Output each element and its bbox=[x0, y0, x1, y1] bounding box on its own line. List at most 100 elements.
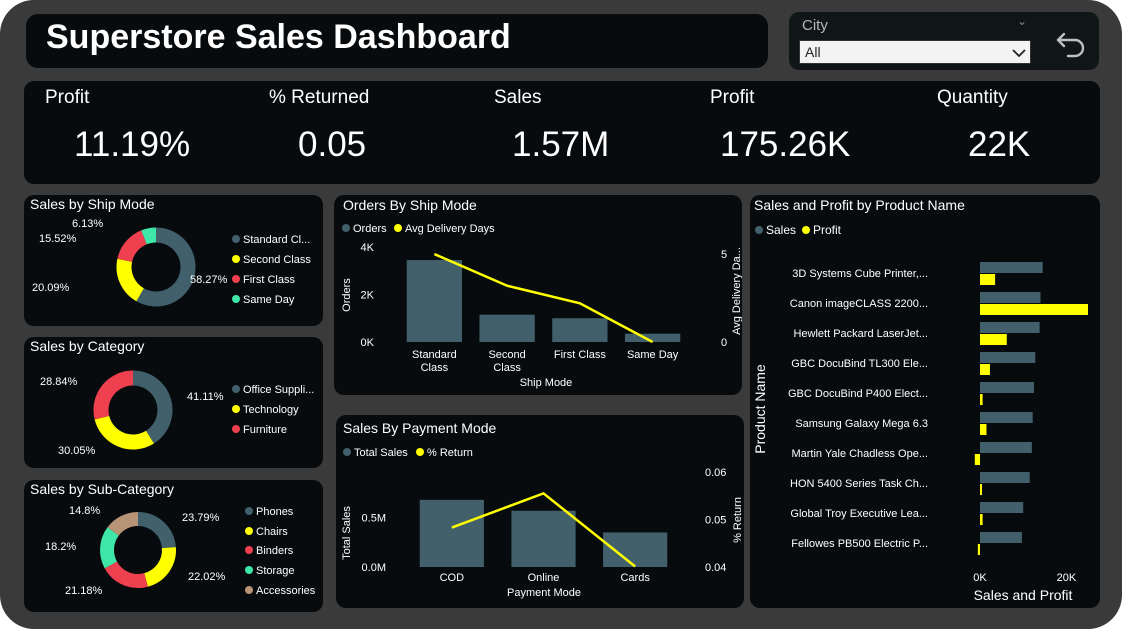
x-tick-label: Online bbox=[528, 572, 560, 584]
legend-dot bbox=[232, 405, 240, 413]
ship-mode-donut bbox=[116, 227, 196, 307]
legend-label: Second Class bbox=[243, 254, 311, 266]
sales-bar bbox=[980, 322, 1040, 333]
kpi-value-returned: 0.05 bbox=[298, 125, 367, 164]
city-dropdown[interactable]: All bbox=[799, 40, 1031, 64]
kpi-label-returned: % Returned bbox=[269, 87, 370, 108]
x-tick-label: First Class bbox=[554, 349, 606, 361]
slice-label: 6.13% bbox=[72, 218, 104, 230]
slice-label: 18.2% bbox=[45, 541, 77, 553]
sub-category-donut bbox=[100, 512, 176, 588]
y2-tick-label: 0.06 bbox=[705, 467, 726, 479]
legend-item: First Class bbox=[232, 274, 295, 286]
donut-slice bbox=[136, 227, 196, 307]
legend-label: Office Suppli... bbox=[243, 384, 315, 396]
profit-bar bbox=[980, 304, 1088, 315]
sales-bar bbox=[980, 442, 1032, 453]
kpi-value-quantity: 22K bbox=[968, 125, 1031, 164]
slice-label: 15.52% bbox=[39, 233, 77, 245]
y-tick-label: GBC DocuBind P400 Elect... bbox=[788, 388, 928, 400]
y-tick-label: HON 5400 Series Task Ch... bbox=[790, 478, 928, 490]
legend-dot bbox=[245, 507, 253, 515]
donut-slice bbox=[107, 512, 139, 536]
legend-dot bbox=[245, 566, 253, 574]
legend-dot bbox=[232, 255, 240, 263]
y-tick-label: Martin Yale Chadless Ope... bbox=[791, 448, 928, 460]
y-tick-label: 0.0M bbox=[362, 562, 386, 574]
donut-slice bbox=[141, 227, 157, 245]
bar bbox=[479, 314, 535, 342]
legend-dot bbox=[245, 586, 253, 594]
avg-delivery-line bbox=[433, 252, 654, 344]
y-tick-label: 4K bbox=[361, 242, 375, 254]
sales-by-payment-mode-card: Sales By Payment Mode Total Sales % Retu… bbox=[336, 415, 744, 608]
sales-bar bbox=[980, 292, 1041, 303]
filter-label: City bbox=[802, 17, 828, 34]
y-tick-label: Hewlett Packard LaserJet... bbox=[793, 328, 928, 340]
donut-slice bbox=[132, 370, 173, 444]
x-axis-title: Sales and Profit bbox=[974, 587, 1073, 603]
title-banner: Superstore Sales Dashboard bbox=[26, 14, 768, 68]
sales-bar bbox=[980, 262, 1043, 273]
x-tick-label: 0K bbox=[973, 572, 987, 584]
donut-slice bbox=[137, 512, 176, 549]
sales-by-ship-mode-card: Sales by Ship Mode 58.27% 20.09% 15.52% … bbox=[24, 195, 323, 326]
y2-tick-label: 0 bbox=[721, 337, 727, 349]
y-tick-label: 3D Systems Cube Printer,... bbox=[792, 268, 928, 280]
x-tick-label: Class bbox=[493, 362, 521, 374]
legend-item: Furniture bbox=[232, 424, 287, 436]
donut-slice bbox=[93, 370, 134, 420]
sales-by-category-card: Sales by Category 41.11% 30.05% 28.84% O… bbox=[24, 337, 323, 468]
kpi-value-profit: 175.26K bbox=[720, 125, 851, 164]
legend-label: Technology bbox=[243, 404, 299, 416]
legend-dot bbox=[245, 527, 253, 535]
legend-dot bbox=[232, 385, 240, 393]
kpi-label-profit: Profit bbox=[710, 87, 755, 108]
y2-axis-title: Avg Delivery Da... bbox=[731, 247, 742, 335]
legend-item: Phones bbox=[245, 506, 293, 518]
kpi-value-profit-pct: 11.19% bbox=[74, 125, 191, 164]
legend-label: Standard Cl... bbox=[243, 234, 311, 246]
y-axis-title: Product Name bbox=[752, 364, 768, 454]
legend-label: Chairs bbox=[256, 526, 288, 538]
y-axis-title: Orders bbox=[341, 278, 353, 312]
donut-slice bbox=[116, 258, 145, 302]
orders-by-ship-mode-card: Orders By Ship Mode Orders Avg Delivery … bbox=[334, 195, 742, 395]
y-tick-label: Global Troy Executive Lea... bbox=[790, 508, 928, 520]
donut-slice bbox=[100, 527, 120, 569]
slice-label: 22.02% bbox=[188, 571, 226, 583]
legend-dot bbox=[232, 235, 240, 243]
kpi-value-sales: 1.57M bbox=[512, 125, 610, 164]
kpi-strip: Profit 11.19% % Returned 0.05 Sales 1.57… bbox=[24, 81, 1100, 184]
slice-label: 21.18% bbox=[65, 585, 103, 597]
sales-bar bbox=[980, 352, 1036, 363]
legend-item: Office Suppli... bbox=[232, 384, 314, 396]
kpi-label-sales: Sales bbox=[494, 87, 542, 108]
legend-label: Binders bbox=[256, 545, 294, 557]
legend-label: Accessories bbox=[256, 585, 316, 597]
y-tick-label: 0.5M bbox=[362, 513, 386, 525]
y2-tick-label: 0.05 bbox=[705, 515, 726, 527]
legend-label: Same Day bbox=[243, 294, 295, 306]
legend-item: Accessories bbox=[245, 585, 315, 597]
legend-item: Second Class bbox=[232, 254, 311, 266]
donut-slice bbox=[94, 415, 154, 450]
legend-item: Technology bbox=[232, 404, 299, 416]
slice-label: 20.09% bbox=[32, 282, 70, 294]
slice-label: 28.84% bbox=[40, 376, 78, 388]
orders-by-ship-mode-chart: 0K2K4K05StandardClassSecondClassFirst Cl… bbox=[341, 242, 742, 389]
y-tick-label: 0K bbox=[361, 337, 375, 349]
x-tick-label: Standard bbox=[412, 349, 457, 361]
y-tick-label: Canon imageCLASS 2200... bbox=[790, 298, 928, 310]
legend-item: Same Day bbox=[232, 294, 294, 306]
profit-bar bbox=[977, 544, 980, 555]
profit-bar bbox=[980, 514, 983, 525]
sales-bar bbox=[980, 502, 1024, 513]
back-arrow-icon[interactable] bbox=[1055, 27, 1089, 61]
dashboard: Superstore Sales Dashboard City ⌄ All Pr… bbox=[0, 0, 1122, 629]
kpi-label-quantity: Quantity bbox=[937, 87, 1008, 108]
sales-profit-by-product-chart: 3D Systems Cube Printer,... Canon imageCL… bbox=[752, 262, 1088, 603]
profit-bar bbox=[974, 454, 980, 465]
legend-dot bbox=[245, 546, 253, 554]
chevron-down-icon[interactable]: ⌄ bbox=[1017, 14, 1027, 28]
